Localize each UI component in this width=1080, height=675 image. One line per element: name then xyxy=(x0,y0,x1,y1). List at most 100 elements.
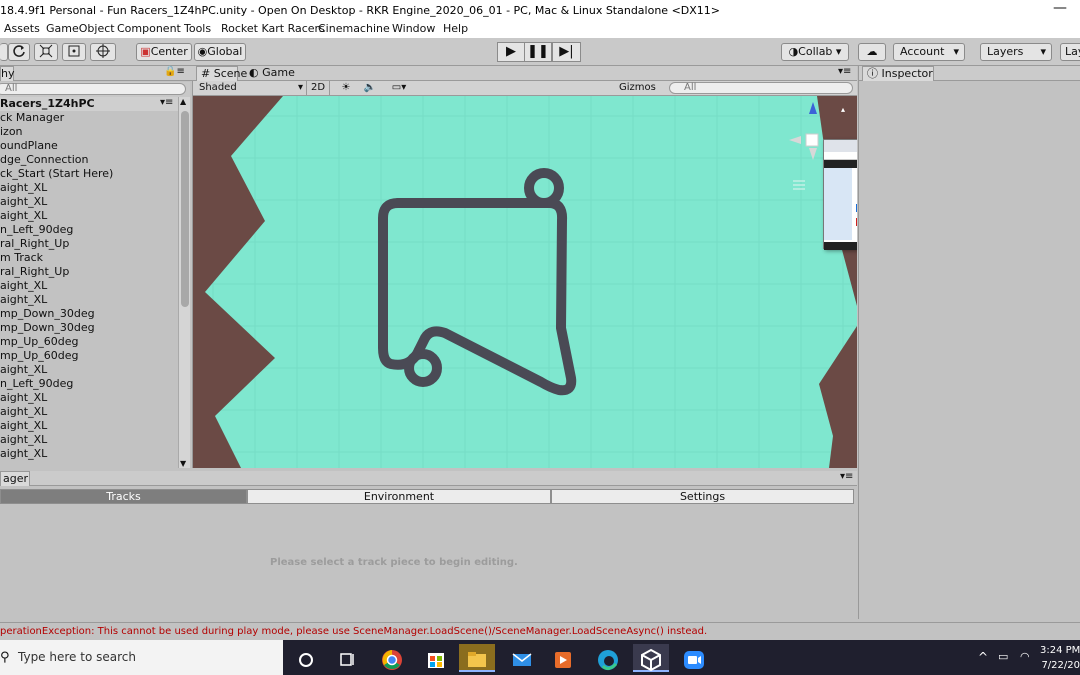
step-button[interactable]: ▶| xyxy=(552,42,581,62)
hierarchy-item[interactable]: aight_XL xyxy=(0,405,47,419)
hierarchy-item[interactable]: aight_XL xyxy=(0,363,47,377)
hierarchy-item[interactable]: aight_XL xyxy=(0,433,47,447)
menu-gameobject[interactable]: GameObject xyxy=(46,22,115,35)
hierarchy-item[interactable]: oundPlane xyxy=(0,139,58,153)
battery-icon[interactable]: ▭ xyxy=(998,650,1008,663)
info-icon: ⓘ xyxy=(867,67,878,80)
rect-tool-button[interactable] xyxy=(62,43,86,61)
hierarchy-item[interactable]: izon xyxy=(0,125,23,139)
hand-tool-button[interactable] xyxy=(0,43,8,61)
hierarchy-item[interactable]: aight_XL xyxy=(0,181,47,195)
pivot-center-button[interactable]: ▣Center xyxy=(136,43,192,61)
lock-icon[interactable]: 🔒≡ xyxy=(164,66,185,77)
hierarchy-item[interactable]: mp_Up_60deg xyxy=(0,349,78,363)
mail-icon[interactable] xyxy=(504,644,540,672)
tab-track-manager[interactable]: ager xyxy=(0,471,30,486)
hierarchy-item[interactable]: dge_Connection xyxy=(0,153,88,167)
hierarchy-item[interactable]: n_Left_90deg xyxy=(0,223,73,237)
hierarchy-item[interactable]: aight_XL xyxy=(0,447,47,461)
cloud-button[interactable]: ☁ xyxy=(858,43,886,61)
hierarchy-tab-header: hy 🔒≡ xyxy=(0,66,193,81)
scene-search-input[interactable]: All xyxy=(669,82,853,94)
thumbnail-left-band xyxy=(824,168,852,240)
menu-icon[interactable]: ▾≡ xyxy=(160,97,173,108)
scene-icon: # xyxy=(201,67,211,80)
pause-button[interactable]: ❚❚ xyxy=(524,42,552,62)
audio-toggle[interactable]: 🔈 xyxy=(359,81,381,95)
tab-hierarchy[interactable]: hy xyxy=(0,66,14,81)
lighting-toggle[interactable]: ☀ xyxy=(335,81,357,95)
rotate-tool-button[interactable] xyxy=(8,43,30,61)
minimize-button[interactable]: — xyxy=(1040,0,1080,21)
svg-text:▴: ▴ xyxy=(841,105,845,114)
scrollbar-thumb[interactable] xyxy=(181,111,189,307)
hierarchy-item[interactable]: aight_XL xyxy=(0,209,47,223)
menu-help[interactable]: Help xyxy=(443,22,468,35)
scene-header-row[interactable]: Racers_1Z4hPC ▾≡ xyxy=(0,97,178,111)
collab-button[interactable]: ◑Collab ▾ xyxy=(781,43,849,61)
tab-environment[interactable]: Environment xyxy=(247,489,551,504)
menu-icon[interactable]: ▾≡ xyxy=(838,66,851,77)
zoom-icon[interactable] xyxy=(676,644,712,672)
hierarchy-item[interactable]: aight_XL xyxy=(0,195,47,209)
hierarchy-scrollbar[interactable]: ▲ ▼ xyxy=(178,97,190,468)
tab-settings[interactable]: Settings xyxy=(551,489,854,504)
shading-mode-dropdown[interactable]: Shaded ▾ xyxy=(199,81,303,95)
hierarchy-item[interactable]: n_Left_90deg xyxy=(0,377,73,391)
hierarchy-item[interactable]: ral_Right_Up xyxy=(0,237,69,251)
tab-game[interactable]: ◐ Game xyxy=(245,66,295,81)
menu-rocket-kart-racers[interactable]: Rocket Kart Racers xyxy=(221,22,325,35)
hierarchy-item[interactable]: mp_Down_30deg xyxy=(0,321,95,335)
tab-inspector[interactable]: ⓘ Inspector xyxy=(862,66,934,81)
hierarchy-item[interactable]: mp_Down_30deg xyxy=(0,307,95,321)
chrome-icon[interactable] xyxy=(374,644,410,672)
effects-dropdown[interactable]: ▭▾ xyxy=(385,81,413,95)
layers-dropdown[interactable]: Layers ▾ xyxy=(980,43,1052,61)
taskbar-search-box[interactable]: ⚲ Type here to search xyxy=(0,640,283,675)
edge-icon[interactable] xyxy=(590,644,626,672)
file-explorer-icon[interactable] xyxy=(459,644,495,672)
hierarchy-item[interactable]: m Track xyxy=(0,251,43,265)
hierarchy-item[interactable]: ck Manager xyxy=(0,111,64,125)
console-status-bar[interactable]: perationException: This cannot be used d… xyxy=(0,622,1080,640)
task-view-button[interactable] xyxy=(329,644,365,672)
scale-tool-button[interactable] xyxy=(34,43,58,61)
hierarchy-item[interactable]: aight_XL xyxy=(0,419,47,433)
scroll-up-icon[interactable]: ▲ xyxy=(180,97,186,106)
media-player-icon[interactable] xyxy=(545,644,581,672)
toggle-2d-button[interactable]: 2D xyxy=(306,81,330,95)
menu-assets[interactable]: Assets xyxy=(4,22,40,35)
gizmos-dropdown[interactable]: Gizmos ▾ xyxy=(619,81,663,107)
tab-scene[interactable]: # Scene xyxy=(196,66,247,81)
menu-tools[interactable]: Tools xyxy=(184,22,211,35)
play-button[interactable]: ▶ xyxy=(497,42,525,62)
menu-component[interactable]: Component xyxy=(117,22,181,35)
hierarchy-item[interactable]: aight_XL xyxy=(0,293,47,307)
scene-grid xyxy=(193,96,857,468)
taskbar-clock[interactable]: 3:24 PM 7/22/20 xyxy=(1040,643,1080,673)
layout-dropdown[interactable]: Lay xyxy=(1060,43,1080,61)
hierarchy-item[interactable]: ck_Start (Start Here) xyxy=(0,167,113,181)
windows-taskbar: ⚲ Type here to search ^ ▭ ◠ 3:24 PM 7/22… xyxy=(0,640,1080,675)
space-global-button[interactable]: ◉Global xyxy=(194,43,246,61)
hierarchy-item[interactable]: mp_Up_60deg xyxy=(0,335,78,349)
hierarchy-item[interactable]: aight_XL xyxy=(0,391,47,405)
account-dropdown[interactable]: Account ▾ xyxy=(893,43,965,61)
chevron-up-icon[interactable]: ^ xyxy=(978,650,988,664)
tab-tracks[interactable]: Tracks xyxy=(0,489,247,504)
menu-icon[interactable]: ▾≡ xyxy=(840,471,853,482)
scroll-down-icon[interactable]: ▼ xyxy=(180,459,186,468)
scale-icon xyxy=(39,44,53,58)
store-icon[interactable] xyxy=(418,644,454,672)
unity-icon[interactable] xyxy=(633,644,669,672)
menu-cinemachine[interactable]: Cinemachine xyxy=(318,22,390,35)
transform-tool-button[interactable] xyxy=(90,43,116,61)
hierarchy-search-input[interactable]: All xyxy=(0,83,186,95)
wifi-icon[interactable]: ◠ xyxy=(1020,650,1030,663)
scene-viewport[interactable]: ▴ xyxy=(193,96,857,468)
menu-window[interactable]: Window xyxy=(392,22,435,35)
cortana-button[interactable] xyxy=(288,644,324,672)
hierarchy-item[interactable]: aight_XL xyxy=(0,279,47,293)
hierarchy-item[interactable]: ral_Right_Up xyxy=(0,265,69,279)
floating-browser-thumbnail[interactable] xyxy=(823,139,857,250)
